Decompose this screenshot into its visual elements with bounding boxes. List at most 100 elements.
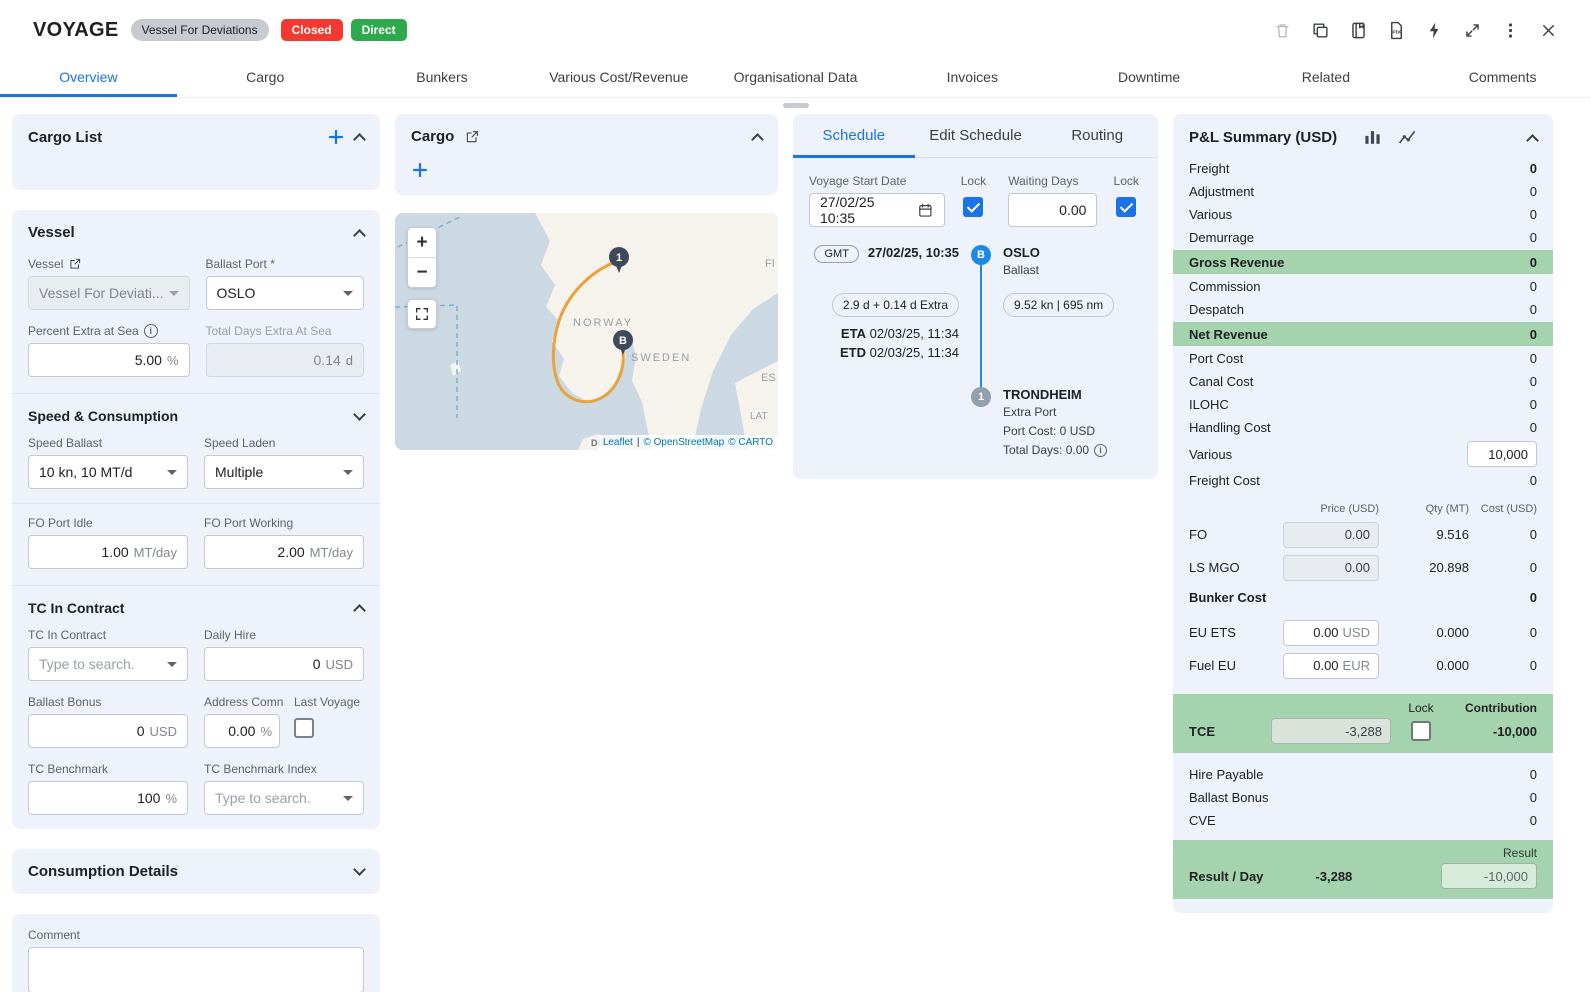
external-link-icon[interactable] bbox=[68, 257, 82, 271]
fo-port-idle-input[interactable]: 1.00MT/day bbox=[28, 535, 188, 569]
fo-price-input[interactable]: 0.00 bbox=[1283, 522, 1379, 548]
eu-ets-row: EU ETS 0.00USD 0.000 0 bbox=[1189, 616, 1537, 649]
logbook-button[interactable] bbox=[1342, 14, 1375, 47]
pnl-row: Despatch0 bbox=[1189, 298, 1537, 321]
last-voyage-label: Last Voyage bbox=[294, 695, 364, 709]
consumption-details-chevron-icon[interactable] bbox=[353, 863, 366, 876]
tab-invoices[interactable]: Invoices bbox=[884, 60, 1061, 97]
carto-link[interactable]: © CARTO bbox=[728, 437, 773, 448]
tab-routing[interactable]: Routing bbox=[1036, 114, 1158, 158]
tc-in-contract-title: TC In Contract bbox=[28, 600, 124, 616]
percent-extra-input[interactable]: 5.00% bbox=[28, 343, 190, 377]
total-days-extra-label: Total Days Extra At Sea bbox=[206, 324, 365, 338]
ballast-bonus-input[interactable]: 0USD bbox=[28, 714, 188, 748]
expand-button[interactable] bbox=[1456, 14, 1489, 47]
layout-resize-handle[interactable] bbox=[783, 103, 809, 108]
tc-benchmark-input[interactable]: 100% bbox=[28, 781, 188, 815]
map-zoom-out-button[interactable]: − bbox=[408, 258, 436, 287]
fuel-eu-price-input[interactable]: 0.00EUR bbox=[1283, 653, 1379, 679]
cargo-list-collapse-chevron-icon[interactable] bbox=[353, 133, 366, 146]
pnl-bunker-cost-row: Bunker Cost0 bbox=[1189, 584, 1537, 610]
more-options-button[interactable] bbox=[1494, 14, 1527, 47]
tab-bunkers[interactable]: Bunkers bbox=[354, 60, 531, 97]
add-cargo-button[interactable] bbox=[327, 128, 345, 146]
add-cargo-item-button[interactable] bbox=[411, 161, 429, 179]
tab-edit-schedule[interactable]: Edit Schedule bbox=[915, 114, 1037, 158]
fo-port-working-field: FO Port Working 2.00MT/day bbox=[204, 516, 364, 569]
daily-hire-input[interactable]: 0USD bbox=[204, 647, 364, 681]
result-input[interactable]: -10,000 bbox=[1441, 863, 1537, 889]
address-comn-input[interactable]: 0.00% bbox=[204, 714, 280, 748]
speed-ballast-select[interactable]: 10 kn, 10 MT/d bbox=[28, 455, 188, 489]
tab-comments[interactable]: Comments bbox=[1414, 60, 1591, 97]
speed-consumption-chevron-icon[interactable] bbox=[353, 408, 366, 421]
tc-benchmark-field: TC Benchmark 100% bbox=[28, 762, 188, 815]
tc-in-contract-chevron-icon[interactable] bbox=[353, 604, 366, 617]
vessel-collapse-chevron-icon[interactable] bbox=[353, 229, 366, 242]
last-voyage-checkbox[interactable] bbox=[294, 718, 314, 738]
result-label: Result bbox=[1189, 846, 1537, 860]
tce-lock-checkbox[interactable] bbox=[1411, 721, 1431, 741]
chevron-down-icon bbox=[167, 470, 177, 475]
copy-button[interactable] bbox=[1304, 14, 1337, 47]
start-datetime: 27/02/25, 10:35 bbox=[868, 245, 959, 260]
comment-textarea[interactable] bbox=[28, 947, 364, 992]
tab-cargo[interactable]: Cargo bbox=[177, 60, 354, 97]
origin-port-type: Ballast bbox=[1003, 263, 1142, 277]
voyage-start-date-input[interactable]: 27/02/25 10:35 bbox=[809, 193, 945, 227]
book-icon bbox=[1349, 21, 1368, 40]
tce-input[interactable]: -3,288 bbox=[1271, 718, 1391, 744]
origin-port-marker[interactable]: B bbox=[971, 245, 991, 265]
fo-port-working-input[interactable]: 2.00MT/day bbox=[204, 535, 364, 569]
close-icon bbox=[1539, 21, 1558, 40]
tc-benchmark-index-field: TC Benchmark Index Type to search. bbox=[204, 762, 364, 815]
kebab-menu-icon bbox=[1501, 21, 1520, 40]
tc-benchmark-index-select[interactable]: Type to search. bbox=[204, 781, 364, 815]
pnl-result-block: Result Result / Day -3,288 -10,000 bbox=[1173, 840, 1553, 899]
lsmgo-price-input[interactable]: 0.00 bbox=[1283, 555, 1379, 581]
calendar-icon[interactable] bbox=[917, 202, 934, 219]
tab-schedule[interactable]: Schedule bbox=[793, 114, 915, 158]
pnl-row: Freight Cost0 bbox=[1189, 469, 1537, 492]
ballast-port-select[interactable]: OSLO bbox=[206, 276, 365, 310]
pdf-export-button[interactable]: PDF bbox=[1380, 14, 1413, 47]
ballast-port-field: Ballast Port * OSLO bbox=[206, 257, 365, 310]
vessel-select[interactable]: Vessel For Deviati... bbox=[28, 276, 190, 310]
tc-contract-select[interactable]: Type to search. bbox=[28, 647, 188, 681]
svg-text:PDF: PDF bbox=[1393, 29, 1403, 35]
eu-ets-price-input[interactable]: 0.00USD bbox=[1283, 620, 1379, 646]
voyage-map[interactable]: NORWAY SWEDEN FI ES LAT DEN 1 B bbox=[395, 213, 778, 450]
pnl-collapse-chevron-icon[interactable] bbox=[1526, 134, 1539, 147]
trash-icon bbox=[1273, 21, 1292, 40]
leaflet-link[interactable]: Leaflet bbox=[603, 437, 633, 448]
voyage-start-lock-checkbox[interactable] bbox=[963, 197, 983, 217]
quick-actions-button[interactable] bbox=[1418, 14, 1451, 47]
waiting-days-lock-checkbox[interactable] bbox=[1116, 197, 1136, 217]
openstreetmap-link[interactable]: © OpenStreetMap bbox=[643, 437, 724, 448]
line-chart-icon[interactable] bbox=[1398, 128, 1417, 147]
external-link-icon[interactable] bbox=[464, 129, 480, 145]
cargo-panel-chevron-icon[interactable] bbox=[751, 133, 764, 146]
speed-laden-select[interactable]: Multiple bbox=[204, 455, 364, 489]
tab-organisational-data[interactable]: Organisational Data bbox=[707, 60, 884, 97]
pnl-row: Hire Payable0 bbox=[1189, 763, 1537, 786]
info-icon[interactable]: i bbox=[144, 324, 158, 338]
tab-overview[interactable]: Overview bbox=[0, 60, 177, 97]
bar-chart-icon[interactable] bbox=[1363, 128, 1382, 147]
map-zoom-in-button[interactable]: + bbox=[408, 228, 436, 257]
vessel-label: Vessel bbox=[28, 257, 63, 271]
destination-port-marker[interactable]: 1 bbox=[971, 387, 991, 407]
tab-various-cost-revenue[interactable]: Various Cost/Revenue bbox=[530, 60, 707, 97]
origin-port-name: OSLO bbox=[1003, 245, 1142, 260]
lock-label: Lock bbox=[1114, 174, 1139, 188]
info-icon[interactable]: i bbox=[1094, 444, 1107, 457]
destination-total-days: Total Days: 0.00 i bbox=[1003, 443, 1142, 457]
map-fullscreen-button[interactable] bbox=[407, 299, 437, 329]
delete-button[interactable] bbox=[1266, 14, 1299, 47]
pnl-row: Canal Cost0 bbox=[1189, 370, 1537, 393]
tab-downtime[interactable]: Downtime bbox=[1061, 60, 1238, 97]
tab-related[interactable]: Related bbox=[1237, 60, 1414, 97]
waiting-days-input[interactable]: 0.00 bbox=[1008, 193, 1097, 227]
various-cost-input[interactable]: 10,000 bbox=[1467, 441, 1537, 467]
close-button[interactable] bbox=[1532, 14, 1565, 47]
